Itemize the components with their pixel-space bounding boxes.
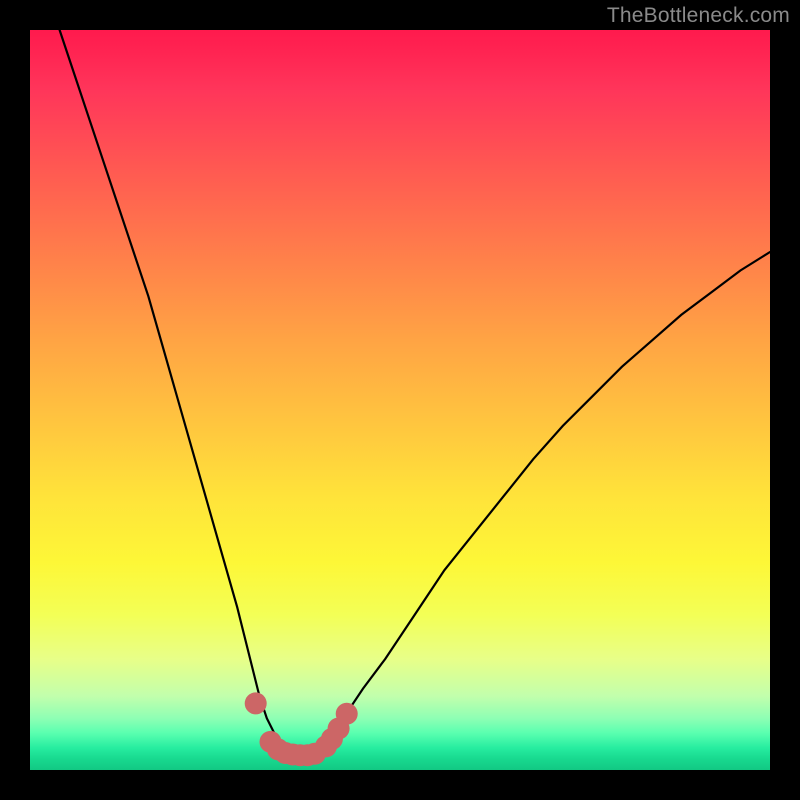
marker-dot: [245, 692, 267, 714]
chart-frame: TheBottleneck.com: [0, 0, 800, 800]
bottleneck-curve: [60, 30, 770, 755]
marker-group: [245, 692, 358, 766]
chart-svg: [30, 30, 770, 770]
watermark-text: TheBottleneck.com: [607, 4, 790, 28]
marker-dot: [336, 703, 358, 725]
plot-area: [30, 30, 770, 770]
